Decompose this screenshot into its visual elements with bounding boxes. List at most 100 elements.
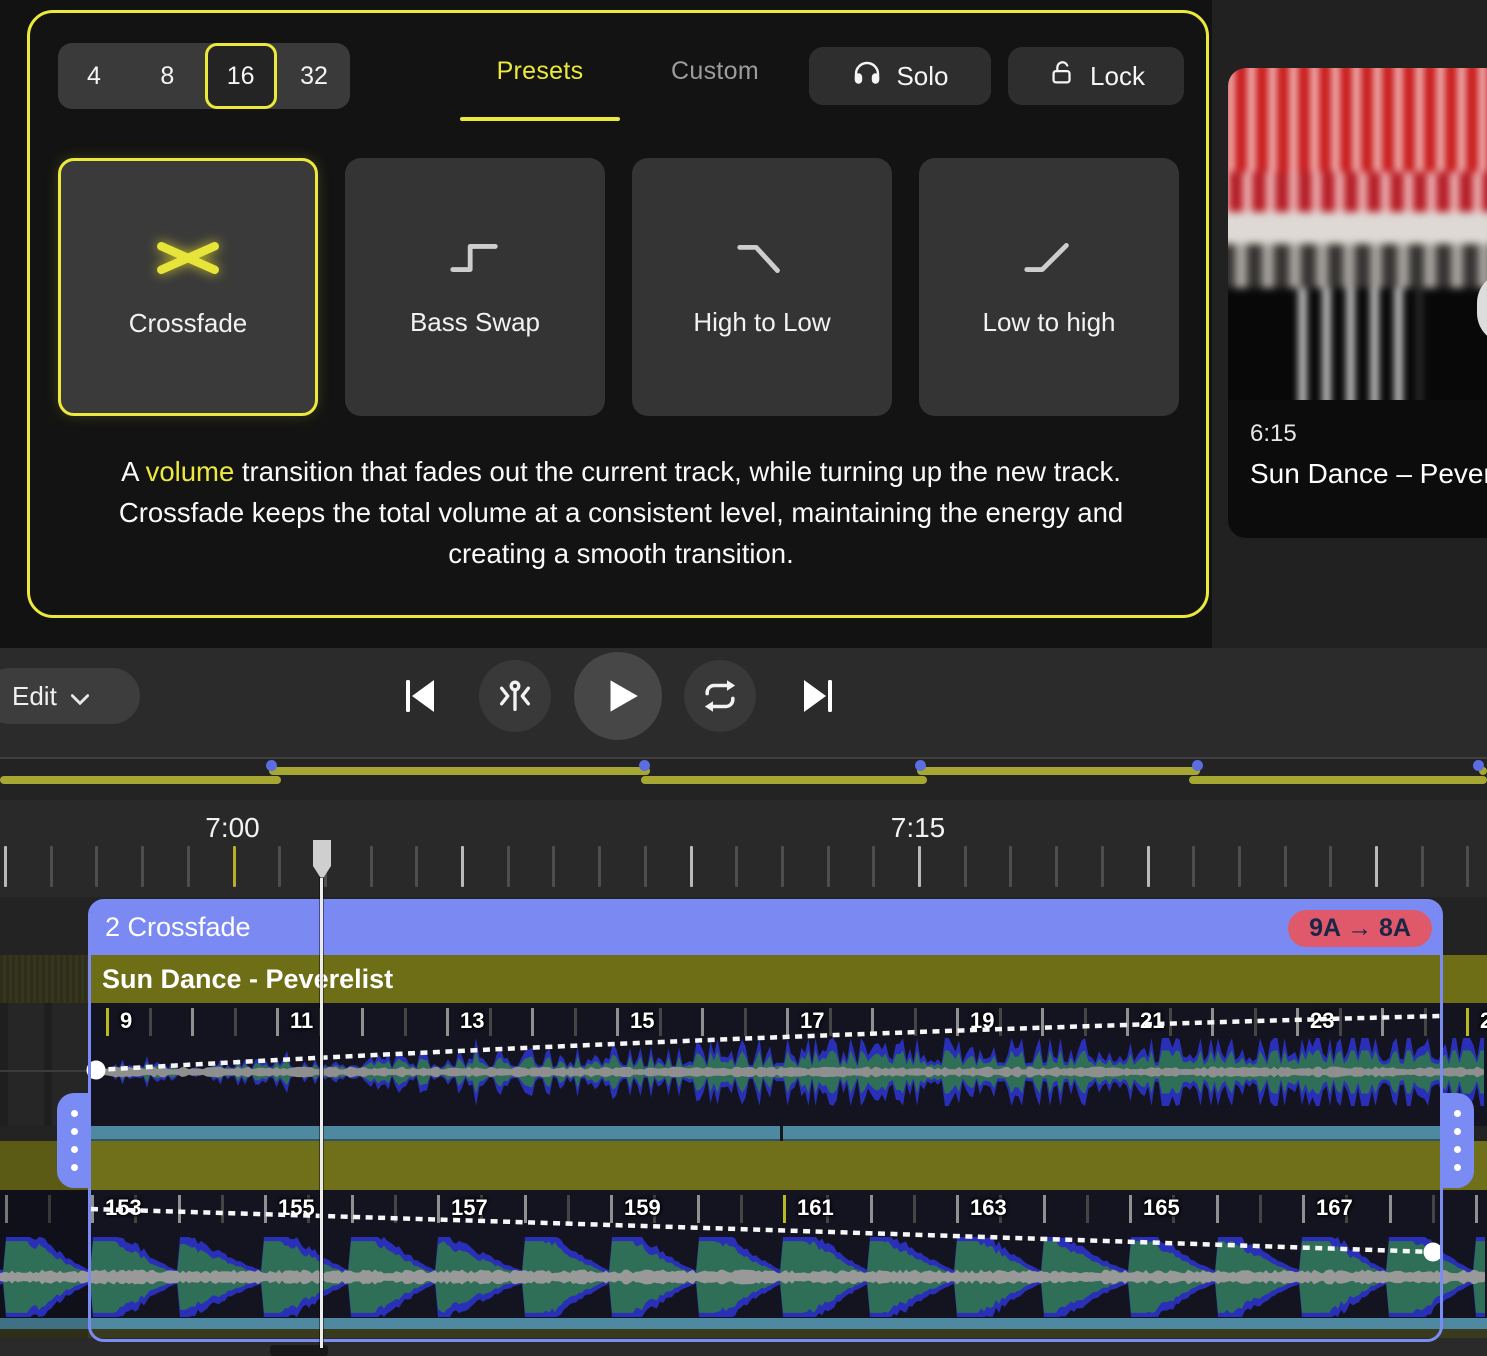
time-tick — [1329, 846, 1332, 887]
solo-button-label: Solo — [896, 61, 948, 92]
beat-tick — [1424, 1008, 1427, 1036]
preset-high-to-low[interactable]: High to Low — [632, 158, 892, 416]
tab-presets[interactable]: Presets — [460, 57, 620, 86]
track-duration: 6:15 — [1250, 420, 1297, 448]
beat-tick — [106, 1008, 109, 1036]
time-tick — [370, 846, 373, 887]
beat-tick — [1254, 1008, 1257, 1036]
beat-tick — [361, 1008, 364, 1036]
preset-label: Low to high — [983, 307, 1116, 338]
beat-number: 157 — [451, 1195, 488, 1221]
beat-length-4[interactable]: 4 — [58, 43, 130, 109]
beat-number: 153 — [105, 1195, 142, 1221]
lock-button[interactable]: Lock — [1008, 47, 1184, 105]
overview-transition-dot[interactable] — [266, 760, 277, 771]
crossfade-region-header[interactable]: 2 Crossfade 9A → 8A — [91, 902, 1440, 955]
chevron-down-icon — [71, 681, 89, 712]
beat-length-32[interactable]: 32 — [278, 43, 350, 109]
tab-custom[interactable]: Custom — [640, 57, 790, 86]
time-tick — [507, 846, 510, 887]
beat-tick — [1466, 1008, 1469, 1036]
overview-transition-dot[interactable] — [1192, 760, 1203, 771]
time-ruler[interactable]: 7:00 7:15 — [0, 800, 1487, 897]
beat-tick — [1381, 1008, 1384, 1036]
beat-tick — [870, 1195, 873, 1223]
description-highlight: volume — [146, 456, 235, 487]
region-left-handle[interactable] — [57, 1093, 91, 1188]
beat-tick — [701, 1008, 704, 1036]
bottom-track-lane[interactable] — [0, 1237, 1487, 1318]
overview-segment[interactable] — [641, 776, 927, 784]
time-tick — [1421, 846, 1424, 887]
crossfade-region-label: 2 Crossfade — [105, 912, 251, 943]
time-tick — [1147, 846, 1150, 887]
beat-tick — [1389, 1195, 1392, 1223]
time-tick — [781, 846, 784, 887]
preset-label: High to Low — [693, 307, 830, 338]
play-button[interactable] — [574, 652, 662, 740]
skip-back-button[interactable] — [400, 676, 442, 721]
beat-tick — [1432, 1195, 1435, 1223]
beat-number: 13 — [460, 1008, 484, 1034]
edit-menu-button[interactable]: Edit — [0, 668, 140, 724]
overview-segment[interactable] — [269, 767, 650, 775]
beat-number: 9 — [120, 1008, 132, 1034]
mix-overview-strip[interactable] — [0, 757, 1487, 800]
beat-tick — [574, 1008, 577, 1036]
beat-tick — [1169, 1008, 1172, 1036]
crossfade-x-icon — [156, 236, 220, 280]
beat-number: 165 — [1143, 1195, 1180, 1221]
overview-transition-dot[interactable] — [915, 760, 926, 771]
next-track-card[interactable]: 6:15 Sun Dance – Peverelist — [1228, 68, 1487, 538]
beat-length-8[interactable]: 8 — [131, 43, 203, 109]
time-tick — [4, 846, 7, 887]
slope-up-icon — [1020, 237, 1078, 279]
skip-forward-button[interactable] — [796, 676, 838, 721]
region-right-handle[interactable] — [1440, 1093, 1474, 1188]
beat-tick — [524, 1195, 527, 1223]
beat-number: 155 — [278, 1195, 315, 1221]
time-tick — [1238, 846, 1241, 887]
overview-segment[interactable] — [1189, 776, 1487, 784]
beat-tick — [404, 1008, 407, 1036]
beat-tick — [786, 1008, 789, 1036]
top-track-lane[interactable] — [88, 1040, 1487, 1126]
time-label: 7:00 — [205, 812, 260, 844]
preset-bass-swap[interactable]: Bass Swap — [345, 158, 605, 416]
overview-segment[interactable] — [917, 767, 1200, 775]
overview-transition-dot[interactable] — [1473, 760, 1484, 771]
preset-crossfade[interactable]: Crossfade — [58, 158, 318, 416]
beat-tick — [1084, 1008, 1087, 1036]
clip-title-bar[interactable]: Sun Dance - Peverelist — [88, 955, 1487, 1003]
time-label: 7:15 — [891, 812, 946, 844]
edit-menu-label: Edit — [12, 681, 57, 712]
solo-button[interactable]: Solo — [809, 47, 991, 105]
slope-down-icon — [733, 237, 791, 279]
beat-tick — [567, 1195, 570, 1223]
preset-low-to-high[interactable]: Low to high — [919, 158, 1179, 416]
time-tick — [598, 846, 601, 887]
beat-tick — [446, 1008, 449, 1036]
beat-length-16[interactable]: 16 — [205, 43, 277, 109]
beat-tick — [1126, 1008, 1129, 1036]
album-art — [1228, 68, 1487, 400]
bottom-clip-title-strip[interactable] — [0, 1141, 1487, 1190]
beat-number: 15 — [630, 1008, 654, 1034]
loop-button[interactable] — [684, 660, 756, 732]
beat-number: 11 — [290, 1008, 313, 1034]
skip-forward-icon — [796, 676, 838, 716]
bottom-beat-ruler: 153155157159161163165167 — [0, 1190, 1487, 1237]
beat-tick — [913, 1195, 916, 1223]
time-tick — [552, 846, 555, 887]
track-title: Sun Dance – Peverelist — [1250, 458, 1487, 490]
time-tick — [233, 846, 236, 887]
timeline-bottom-gutter — [0, 1338, 1487, 1356]
beat-tick — [149, 1008, 152, 1036]
beat-tick — [1259, 1195, 1262, 1223]
time-tick — [1009, 846, 1012, 887]
beat-tick — [956, 1195, 959, 1223]
jump-to-cue-button[interactable] — [479, 660, 551, 732]
overview-transition-dot[interactable] — [639, 760, 650, 771]
beat-tick — [1302, 1195, 1305, 1223]
overview-segment[interactable] — [0, 776, 281, 784]
